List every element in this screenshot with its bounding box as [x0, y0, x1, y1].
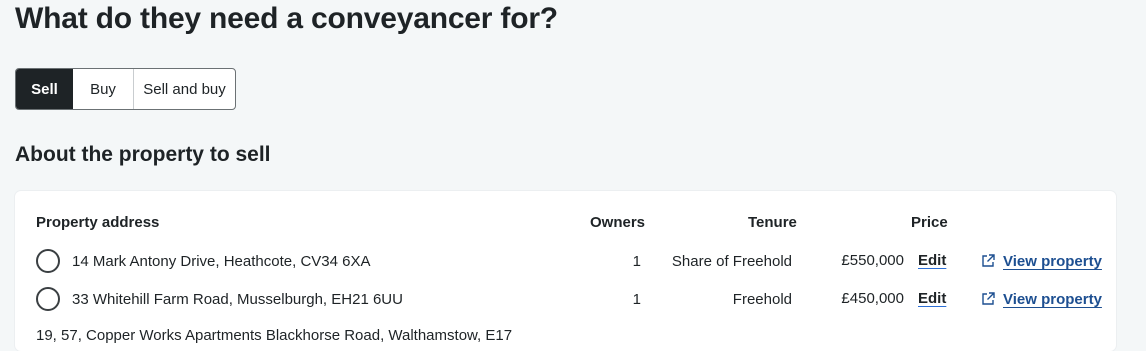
edit-price-link[interactable]: Edit: [918, 252, 946, 269]
row-address: 19, 57, Copper Works Apartments Blackhor…: [36, 327, 513, 344]
property-table-card: Property address Owners Tenure Price 14 …: [15, 191, 1116, 351]
row-price: £450,000: [841, 290, 904, 307]
row-address: 33 Whitehill Farm Road, Musselburgh, EH2…: [72, 291, 403, 308]
segment-sell-button[interactable]: Sell: [16, 69, 73, 109]
header-owners: Owners: [590, 214, 646, 231]
row-price: £550,000: [841, 252, 904, 269]
view-property-link[interactable]: View property: [1003, 291, 1102, 308]
header-address: Property address: [36, 214, 160, 231]
page-title: What do they need a conveyancer for?: [15, 2, 558, 35]
edit-price-link[interactable]: Edit: [918, 290, 946, 307]
property-radio-icon[interactable]: [36, 249, 60, 273]
row-tenure: Freehold: [732, 291, 792, 308]
external-link-icon: [982, 292, 995, 305]
segment-buy-button[interactable]: Buy: [73, 69, 134, 109]
section-title: About the property to sell: [15, 143, 271, 166]
conveyancing-type-toggle: Sell Buy Sell and buy: [15, 68, 236, 110]
segment-sell-and-buy-button[interactable]: Sell and buy: [134, 69, 235, 109]
external-link-icon: [982, 254, 995, 267]
property-radio-icon[interactable]: [36, 287, 60, 311]
row-tenure: Share of Freehold: [671, 253, 792, 270]
row-address: 14 Mark Antony Drive, Heathcote, CV34 6X…: [72, 253, 371, 270]
view-property-link[interactable]: View property: [1003, 253, 1102, 270]
header-tenure: Tenure: [748, 214, 797, 231]
header-price: Price: [911, 214, 948, 231]
